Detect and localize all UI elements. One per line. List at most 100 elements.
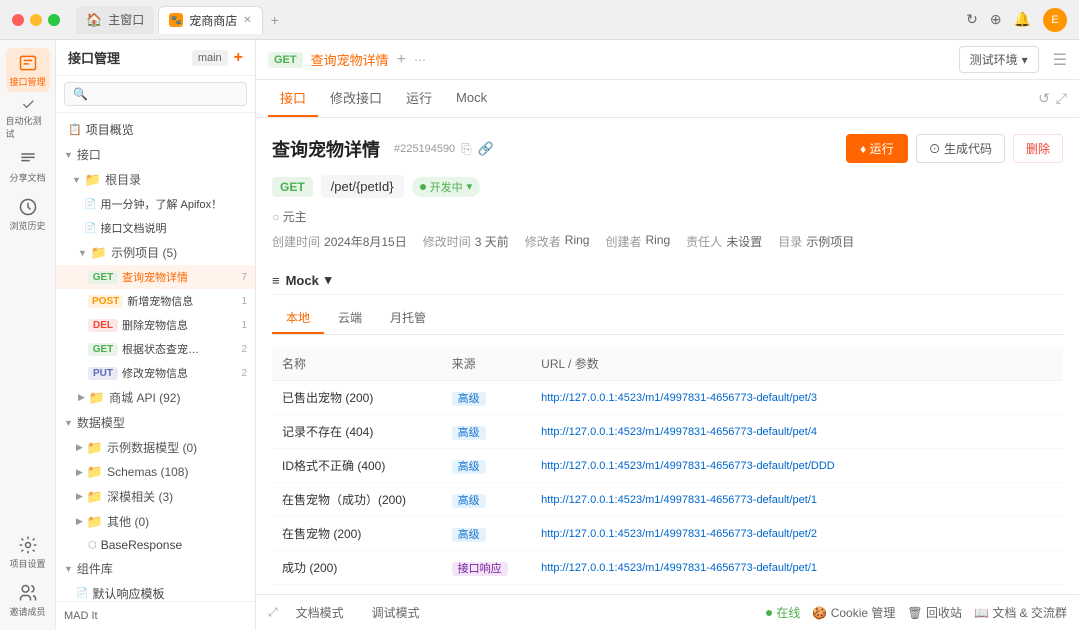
doc-icon <box>18 149 38 169</box>
meta-owner-value: 未设置 <box>726 233 762 250</box>
sidebar-item-api-label: 接口管理 <box>9 75 45 88</box>
docs-button[interactable]: 📖 文档 & 交流群 <box>974 604 1067 621</box>
meta-row: 创建时间 2024年8月15日 修改时间 3 天前 修改者 Ring 创建者 R… <box>272 233 1063 250</box>
chevron-right-icon: ▶ <box>78 392 85 403</box>
maximize-button[interactable] <box>48 14 60 26</box>
avatar[interactable]: E <box>1043 8 1067 32</box>
method-get-badge: GET <box>88 271 118 284</box>
mock-tab-local[interactable]: 本地 <box>272 303 324 334</box>
cell-name: 成功 (200) <box>272 551 442 585</box>
tree-item-get-pet[interactable]: GET 查询宠物详情 7 <box>56 265 255 289</box>
run-button[interactable]: ♦ 运行 <box>846 134 907 163</box>
table-row[interactable]: 在售宠物 (200) 高级 http://127.0.0.1:4523/m1/4… <box>272 517 1063 551</box>
tree-folder-schemas[interactable]: ▶ 📁 Schemas (108) <box>56 460 255 484</box>
tab-nav-modify[interactable]: 修改接口 <box>318 80 394 117</box>
folder-icon: 📁 <box>89 390 105 406</box>
tree-folder-root[interactable]: ▼ 📁 根目录 <box>56 167 255 192</box>
tree-folder-components[interactable]: ▼ 组件库 <box>56 556 255 581</box>
table-row[interactable]: 在售宠物（成功）(200) 高级 http://127.0.0.1:4523/m… <box>272 483 1063 517</box>
tree-item-del-pet[interactable]: DEL 删除宠物信息 1 <box>56 313 255 337</box>
bottom-tab-format[interactable]: 文档模式 <box>286 598 354 627</box>
tab-nav-interface[interactable]: 接口 <box>268 80 318 117</box>
tree-item-get-status-label: 根据状态查宠… <box>122 341 237 357</box>
refresh-icon[interactable]: ↻ <box>966 11 978 28</box>
tree-item-api-doc[interactable]: 📄 接口文档说明 <box>56 216 255 240</box>
tree-item-overview[interactable]: 📋 项目概览 <box>56 117 255 142</box>
sidebar-item-history[interactable]: 浏览历史 <box>6 192 50 236</box>
env-selector[interactable]: 测试环境 ▾ <box>959 46 1039 73</box>
tab-nav-mock[interactable]: Mock <box>444 82 499 115</box>
sidebar-item-auto[interactable]: 自动化测试 <box>6 96 50 140</box>
recycle-icon: 🗑 <box>907 606 922 620</box>
tree-item-post-pet[interactable]: POST 新增宠物信息 1 <box>56 289 255 313</box>
tree-folder-other[interactable]: ▶ 📁 其他 (0) <box>56 509 255 534</box>
add-tab-button[interactable]: + <box>397 51 406 69</box>
col-name: 名称 <box>272 347 442 381</box>
tree-folder-shop-api[interactable]: ▶ 📁 商城 API (92) <box>56 385 255 410</box>
add-item-button[interactable]: + <box>234 49 243 67</box>
expand-icon[interactable]: ⤢ <box>1056 90 1067 107</box>
sidebar-item-team[interactable]: 邀请成员 <box>6 578 50 622</box>
tab-home[interactable]: 🏠 主窗口 <box>76 6 154 34</box>
branch-selector[interactable]: main <box>192 50 228 66</box>
table-row[interactable]: 成功 (200) 接口响应 http://127.0.0.1:4523/m1/4… <box>272 551 1063 585</box>
table-row[interactable]: 已售出宠物 (200) 高级 http://127.0.0.1:4523/m1/… <box>272 381 1063 415</box>
mock-tab-managed[interactable]: 月托管 <box>376 303 440 334</box>
tree-item-base-response[interactable]: ⬡ BaseResponse <box>56 534 255 556</box>
sidebar-item-auto-label: 自动化测试 <box>6 114 50 140</box>
bell-icon[interactable]: 🔔 <box>1014 11 1031 28</box>
folder-shop-api-label: 商城 API (92) <box>109 389 180 406</box>
download-icon[interactable]: ⊕ <box>990 11 1002 28</box>
api-title-group: 查询宠物详情 #225194590 ⎘ 🔗 <box>272 136 494 162</box>
meta-modifier: 修改者 Ring <box>525 233 590 250</box>
method-del-badge: DEL <box>88 319 118 332</box>
tree-item-default-template[interactable]: 📄 默认响应模板 <box>56 581 255 601</box>
sidebar-item-api[interactable]: 接口管理 <box>6 48 50 92</box>
folder-interface-label: 接口 <box>77 146 101 163</box>
mock-tab-cloud[interactable]: 云端 <box>324 303 376 334</box>
doc-icon: 📄 <box>84 223 96 234</box>
search-input[interactable] <box>64 82 247 106</box>
reset-icon[interactable]: ↺ <box>1038 90 1050 107</box>
expand-bottom-icon[interactable]: ⤢ <box>268 605 278 620</box>
bottom-tab-debug[interactable]: 调试模式 <box>362 598 430 627</box>
cookie-manager-button[interactable]: 🍪 Cookie 管理 <box>812 604 895 621</box>
tree-folder-models[interactable]: ▼ 数据模型 <box>56 410 255 435</box>
table-row[interactable]: 记录不存在 (404) 高级 http://127.0.0.1:4523/m1/… <box>272 415 1063 449</box>
layout-icon[interactable]: ☰ <box>1053 50 1067 70</box>
tab-nav-run[interactable]: 运行 <box>394 80 444 117</box>
folder-icon: 📁 <box>87 440 103 456</box>
cell-name: 记录不存在 (404) <box>272 415 442 449</box>
table-row[interactable]: ID格式不正确 (400) 高级 http://127.0.0.1:4523/m… <box>272 449 1063 483</box>
generate-code-button[interactable]: ⊙ 生成代码 <box>916 134 1005 163</box>
tree-item-get-status[interactable]: GET 根据状态查宠… 2 <box>56 337 255 361</box>
titlebar: 🏠 主窗口 🐾 宠商商店 ✕ + ↻ ⊕ 🔔 E <box>0 0 1079 40</box>
link-icon[interactable]: 🔗 <box>478 141 494 157</box>
sidebar-item-doc[interactable]: 分享文档 <box>6 144 50 188</box>
tree-folder-interface[interactable]: ▼ 接口 <box>56 142 255 167</box>
tree-folder-example-models[interactable]: ▶ 📁 示例数据模型 (0) <box>56 435 255 460</box>
delete-button[interactable]: 删除 <box>1013 134 1063 163</box>
icon-sidebar: 接口管理 自动化测试 分享文档 浏览历史 项目设置 邀请成员 <box>0 40 56 630</box>
tree-item-apifox-intro[interactable]: 📄 用一分钟，了解 Apifox！ <box>56 192 255 216</box>
minimize-button[interactable] <box>30 14 42 26</box>
tree-folder-example[interactable]: ▼ 📁 示例项目 (5) <box>56 240 255 265</box>
copy-id-icon[interactable]: ⎘ <box>461 141 471 157</box>
close-button[interactable] <box>12 14 24 26</box>
mock-tabs: 本地 云端 月托管 <box>272 303 1063 335</box>
tab-close-icon[interactable]: ✕ <box>243 15 251 26</box>
tree-item-del-pet-label: 删除宠物信息 <box>122 317 237 333</box>
new-tab-button[interactable]: + <box>271 12 279 28</box>
mock-collapse-icon[interactable]: ≡ <box>272 273 280 288</box>
owner-icon: ○ <box>272 210 279 224</box>
sidebar-item-settings[interactable]: 项目设置 <box>6 530 50 574</box>
cell-source: 高级 <box>442 517 532 551</box>
table-row[interactable]: ID 不正确 (400) 接口响应 http://127.0.0.1:4523/… <box>272 585 1063 595</box>
tree-item-apifox-intro-label: 用一分钟，了解 Apifox！ <box>100 196 222 212</box>
tab-shop[interactable]: 🐾 宠商商店 ✕ <box>158 6 262 34</box>
meta-modify-time: 修改时间 3 天前 <box>423 233 509 250</box>
recycle-button[interactable]: 🗑 回收站 <box>907 604 962 621</box>
tree-item-put-pet[interactable]: PUT 修改宠物信息 2 <box>56 361 255 385</box>
tree-folder-deep-model[interactable]: ▶ 📁 深模相关 (3) <box>56 484 255 509</box>
more-options-icon[interactable]: ⋯ <box>414 53 426 67</box>
